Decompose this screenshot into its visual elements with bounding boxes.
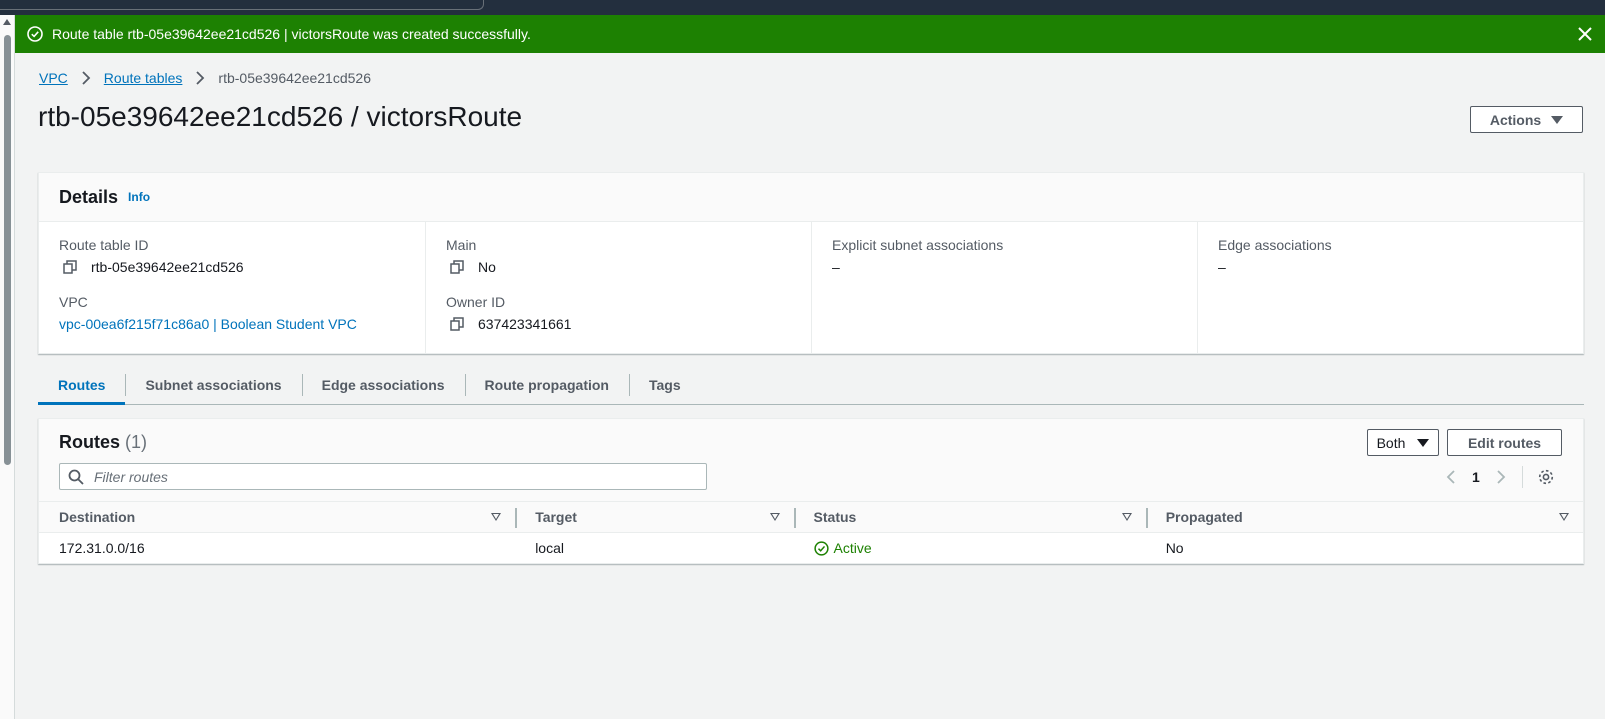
- destination-cell: 172.31.0.0/16: [59, 540, 145, 557]
- scrollbar-thumb[interactable]: [4, 35, 11, 465]
- column-header-status[interactable]: Status: [793, 501, 1146, 533]
- details-column-2: Main No Owner ID 637423341661: [425, 222, 811, 354]
- route-table-id-value: rtb-05e39642ee21cd526: [91, 259, 244, 275]
- column-label: Destination: [59, 509, 136, 525]
- tab-subnet-associations[interactable]: Subnet associations: [125, 368, 301, 405]
- actions-label: Actions: [1489, 111, 1542, 128]
- search-icon: [68, 469, 84, 485]
- chevron-right-icon: [196, 71, 205, 85]
- details-header: Details Info: [39, 173, 1583, 222]
- propagated-cell: No: [1165, 540, 1184, 557]
- sort-caret-icon: [1559, 513, 1569, 521]
- caret-down-icon: [1551, 115, 1564, 124]
- copy-icon[interactable]: [450, 260, 464, 274]
- owner-id-value: 637423341661: [478, 316, 572, 332]
- success-check-icon: [813, 541, 829, 556]
- column-header-propagated[interactable]: Propagated: [1145, 501, 1583, 533]
- owner-id-label: Owner ID: [446, 294, 506, 310]
- table-row: 172.31.0.0/16 local Active No: [39, 533, 1583, 564]
- column-label: Target: [535, 509, 577, 525]
- tab-routes[interactable]: Routes: [38, 368, 126, 405]
- navigation-scrollbar[interactable]: [0, 15, 15, 719]
- column-label: Status: [813, 509, 857, 525]
- explicit-subnet-value: –: [832, 259, 840, 275]
- routes-panel: Routes (1) Both Edit routes 1 Destinatio…: [38, 418, 1584, 564]
- sort-caret-icon: [491, 513, 502, 521]
- route-table-id-label: Route table ID: [59, 237, 149, 253]
- routes-heading: Routes (1): [59, 432, 147, 453]
- vpc-link[interactable]: vpc-00ea6f215f71c86a0 | Boolean Student …: [59, 316, 357, 332]
- flash-message: Route table rtb-05e39642ee21cd526 | vict…: [52, 26, 531, 42]
- caret-down-icon: [1417, 438, 1430, 447]
- breadcrumb-current: rtb-05e39642ee21cd526: [218, 70, 371, 86]
- column-header-destination[interactable]: Destination: [39, 501, 516, 533]
- breadcrumb-vpc-link[interactable]: VPC: [39, 70, 68, 86]
- chevron-right-icon: [82, 71, 91, 85]
- column-header-target[interactable]: Target: [515, 501, 794, 533]
- routes-title: Routes: [59, 432, 121, 452]
- details-column-1: Route table ID rtb-05e39642ee21cd526 VPC…: [39, 222, 425, 354]
- chevron-left-icon[interactable]: [1446, 469, 1456, 485]
- routes-table: Destination Target Status Propagated 172…: [39, 501, 1583, 564]
- sort-caret-icon: [1121, 513, 1132, 521]
- route-filter-value: Both: [1376, 434, 1406, 451]
- copy-icon[interactable]: [63, 260, 77, 274]
- breadcrumb: VPC Route tables rtb-05e39642ee21cd526: [39, 70, 371, 86]
- tab-tags[interactable]: Tags: [628, 368, 701, 405]
- tab-bar: Routes Subnet associations Edge associat…: [38, 368, 1584, 405]
- status-cell: Active: [794, 533, 1146, 564]
- aws-top-navigation-bar: [0, 0, 1605, 15]
- details-panel: Details Info Route table ID rtb-05e39642…: [38, 172, 1584, 354]
- edge-associations-label: Edge associations: [1218, 237, 1332, 253]
- current-page[interactable]: 1: [1472, 469, 1480, 485]
- edit-routes-button[interactable]: Edit routes: [1447, 429, 1562, 456]
- close-icon[interactable]: [1575, 24, 1595, 44]
- tab-route-propagation[interactable]: Route propagation: [464, 368, 629, 405]
- main-label: Main: [446, 237, 477, 253]
- route-filter-select[interactable]: Both: [1367, 429, 1439, 456]
- target-cell: local: [535, 540, 564, 557]
- scroll-up-arrow-icon[interactable]: [3, 19, 11, 25]
- details-column-4: Edge associations –: [1197, 222, 1583, 354]
- routes-header: Routes (1) Both Edit routes 1: [39, 419, 1583, 501]
- page-title: rtb-05e39642ee21cd526 / victorsRoute: [38, 101, 523, 132]
- gear-icon: [1538, 469, 1553, 485]
- copy-icon[interactable]: [450, 317, 464, 331]
- details-column-3: Explicit subnet associations –: [811, 222, 1197, 354]
- vpc-label: VPC: [59, 294, 88, 310]
- tab-edge-associations[interactable]: Edge associations: [301, 368, 465, 405]
- details-heading: Details: [59, 186, 119, 207]
- edge-associations-value: –: [1218, 259, 1226, 275]
- info-link[interactable]: Info: [128, 190, 150, 204]
- success-flash-banner: Route table rtb-05e39642ee21cd526 | vict…: [15, 15, 1605, 53]
- actions-dropdown-button[interactable]: Actions: [1470, 106, 1583, 133]
- chevron-right-icon[interactable]: [1496, 469, 1506, 485]
- routes-count: (1): [125, 432, 148, 452]
- global-search-box[interactable]: [0, 0, 484, 10]
- sort-caret-icon: [769, 513, 780, 521]
- breadcrumb-route-tables-link[interactable]: Route tables: [104, 70, 183, 86]
- status-text: Active: [833, 540, 872, 557]
- explicit-subnet-label: Explicit subnet associations: [832, 237, 1004, 253]
- filter-routes-input[interactable]: [94, 468, 654, 485]
- status-badge: Active: [813, 540, 1146, 557]
- preferences-button[interactable]: [1521, 466, 1555, 488]
- pagination: 1: [1446, 466, 1555, 488]
- main-value: No: [478, 259, 496, 275]
- success-check-icon: [27, 26, 43, 42]
- column-label: Propagated: [1165, 509, 1243, 525]
- filter-routes-field[interactable]: [59, 463, 707, 490]
